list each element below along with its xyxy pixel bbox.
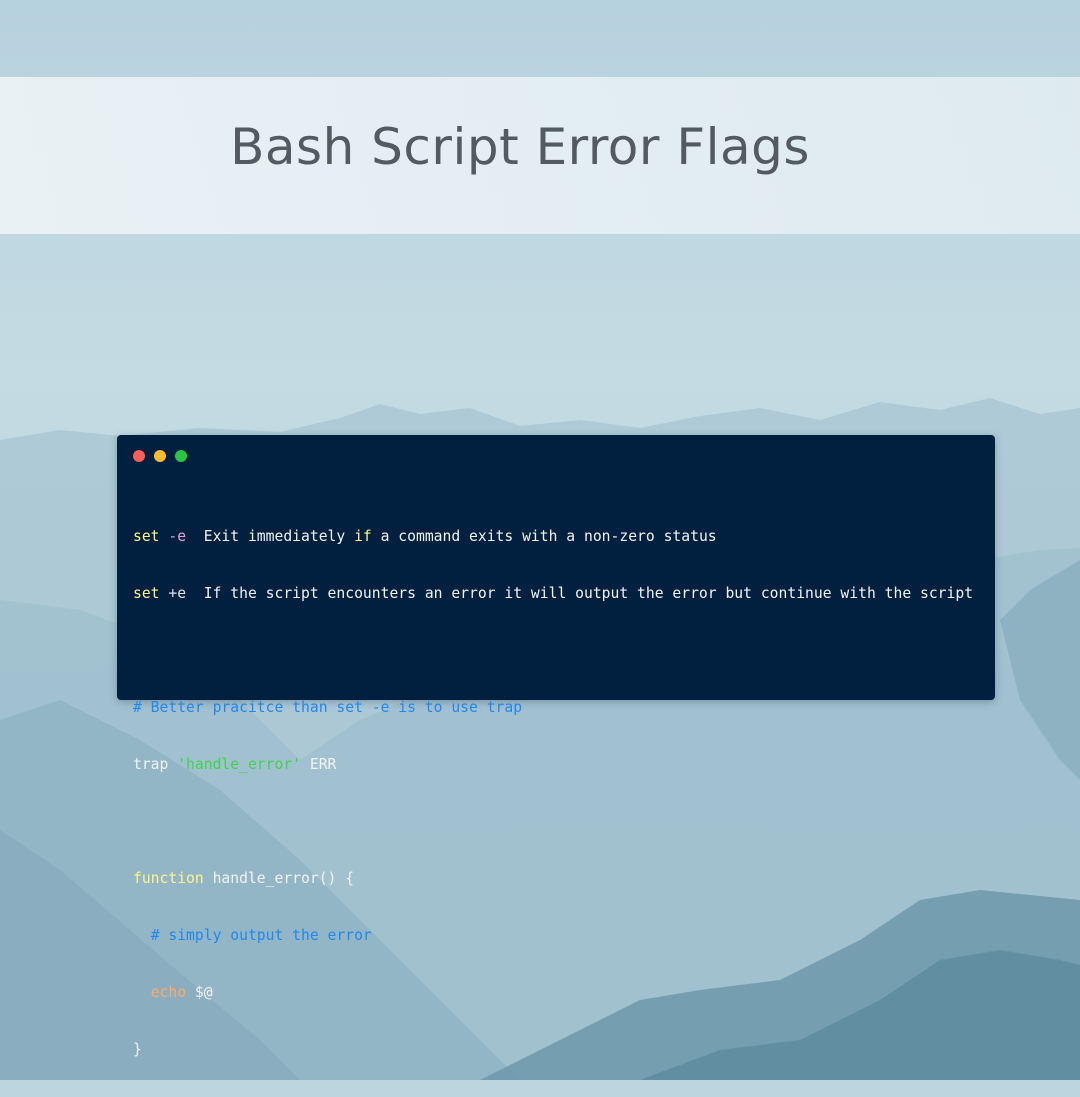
flag-minus-e: -e: [168, 528, 187, 545]
line2-description: If the script encounters an error it wil…: [186, 585, 974, 602]
closing-brace: }: [133, 1041, 142, 1058]
code-line-3-blank: [133, 641, 973, 660]
code-line-9: echo $@: [133, 983, 973, 1002]
string-handle-error: 'handle_error': [177, 756, 302, 773]
function-signature: handle_error() {: [203, 870, 355, 887]
keyword-set: set: [133, 585, 160, 602]
code-block: set -e Exit immediately if a command exi…: [133, 489, 973, 1097]
arg-err: ERR: [309, 756, 337, 773]
code-line-5: trap 'handle_error' ERR: [133, 755, 973, 774]
keyword-if: if: [354, 528, 372, 545]
code-line-1: set -e Exit immediately if a command exi…: [133, 527, 973, 546]
builtin-echo: echo: [150, 984, 187, 1001]
terminal-window: set -e Exit immediately if a command exi…: [117, 435, 995, 1058]
minimize-dot-icon: [154, 450, 166, 462]
code-line-8: # simply output the error: [133, 926, 973, 945]
keyword-set: set: [133, 528, 160, 545]
arg-all: $@: [194, 984, 213, 1001]
comment-output: # simply output the error: [150, 927, 372, 944]
close-dot-icon: [133, 450, 145, 462]
command-trap: trap: [133, 756, 169, 773]
page-title: Bash Script Error Flags: [230, 118, 810, 176]
code-line-7: function handle_error() {: [133, 869, 973, 888]
flag-plus-e: +e: [168, 585, 187, 602]
code-line-2: set +e If the script encounters an error…: [133, 584, 973, 603]
line1-description-end: a command exits with a non-zero status: [371, 528, 717, 545]
keyword-function: function: [133, 870, 204, 887]
code-line-10: }: [133, 1040, 973, 1059]
code-line-6-blank: [133, 812, 973, 831]
comment-trap: # Better pracitce than set -e is to use …: [133, 699, 523, 716]
maximize-dot-icon: [175, 450, 187, 462]
line1-description-start: Exit immediately: [186, 528, 355, 545]
code-line-4: # Better pracitce than set -e is to use …: [133, 698, 973, 717]
